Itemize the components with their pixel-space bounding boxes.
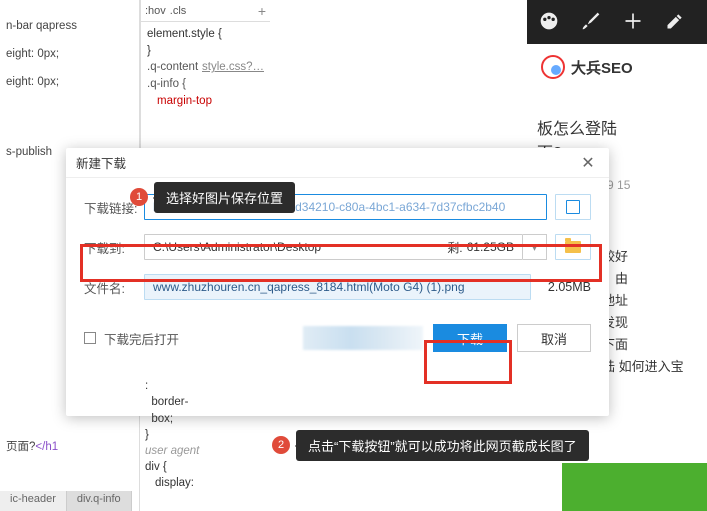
close-icon[interactable]: ✕ <box>577 152 599 174</box>
plus-icon[interactable] <box>623 11 643 34</box>
breadcrumb-bar: ic-header div.q-info <box>0 491 132 511</box>
display-prop: display: <box>155 475 199 491</box>
cancel-button[interactable]: 取消 <box>517 324 591 352</box>
element-style: element.style { } <box>147 26 264 59</box>
dialog-bottom-row: 下载完后打开 下载 取消 <box>84 324 591 352</box>
annotation-badge-2: 2 <box>272 436 290 454</box>
download-dialog: 新建下载 ✕ 下载链接: blob:devtools://devtools/2a… <box>66 148 609 416</box>
label-open-after: 下载完后打开 <box>104 329 179 348</box>
devtools-styles-pane: :hov .cls + element.style { } style.css?… <box>140 0 270 150</box>
hov-toggle[interactable]: :hov <box>145 5 166 17</box>
styles-body: element.style { } style.css?… .q-content… <box>141 22 270 113</box>
edit-icon[interactable] <box>665 11 685 34</box>
brush-icon[interactable] <box>581 11 601 34</box>
green-banner <box>562 463 707 511</box>
user-agent-label: user agent <box>145 443 199 459</box>
article-title-1: 板怎么登陆 <box>527 118 707 142</box>
css-lower: : border- box; } <box>145 378 199 442</box>
code-line: s-publish <box>6 146 52 158</box>
label-download-to: 下载到: <box>84 238 144 257</box>
copy-icon <box>566 200 580 214</box>
copy-link-button[interactable] <box>555 194 591 220</box>
code-line: eight: 0px; <box>6 48 59 60</box>
logo-text: 大兵SEO <box>571 57 633 78</box>
checkbox-open-after[interactable] <box>84 332 96 344</box>
dashboard-icon[interactable] <box>539 11 559 34</box>
dialog-titlebar: 新建下载 ✕ <box>66 148 609 178</box>
file-size: 2.05MB <box>531 280 591 294</box>
annotation-tip-1: 选择好图片保存位置 <box>154 182 295 213</box>
annotation-tip-2: 点击“下载按钮”就可以成功将此网页截成长图了 <box>296 430 589 461</box>
dialog-title: 新建下载 <box>76 153 126 172</box>
label-filename: 文件名: <box>84 278 144 297</box>
input-download-to[interactable]: C:\Users\Administrator\Desktop 剩: 61.25G… <box>144 234 523 260</box>
row-download-to: 下载到: C:\Users\Administrator\Desktop 剩: 6… <box>84 234 591 260</box>
code-line: eight: 0px; <box>6 76 59 88</box>
add-rule-icon[interactable]: + <box>258 3 266 19</box>
devtools-lower: : border- box; } user agent div { displa… <box>0 421 260 511</box>
crumb-header[interactable]: ic-header <box>0 491 67 511</box>
path-dropdown-button[interactable]: ▾ <box>523 234 547 260</box>
logo-icon <box>541 55 565 79</box>
div-selector: div { <box>145 459 199 475</box>
site-logo: 大兵SEO <box>527 44 707 90</box>
remain-label: 剩: <box>447 239 462 256</box>
browse-folder-button[interactable] <box>555 234 591 260</box>
remain-value: 61.25GB <box>467 240 514 254</box>
crumb-qinfo[interactable]: div.q-info <box>67 491 132 511</box>
code-line: n-bar qapress <box>6 20 77 32</box>
blurred-area <box>303 326 423 350</box>
styles-toolbar: :hov .cls + <box>141 0 270 22</box>
admin-topbar <box>527 0 707 44</box>
folder-icon <box>565 241 581 253</box>
stylesheet-link[interactable]: style.css?… <box>202 59 264 76</box>
download-button[interactable]: 下载 <box>433 324 507 352</box>
input-filename[interactable]: www.zhuzhouren.cn_qapress_8184.html(Moto… <box>144 274 531 300</box>
row-filename: 文件名: www.zhuzhouren.cn_qapress_8184.html… <box>84 274 591 300</box>
annotation-badge-1: 1 <box>130 188 148 206</box>
css-prop: margin-top <box>157 93 264 110</box>
cls-toggle[interactable]: .cls <box>170 5 187 17</box>
